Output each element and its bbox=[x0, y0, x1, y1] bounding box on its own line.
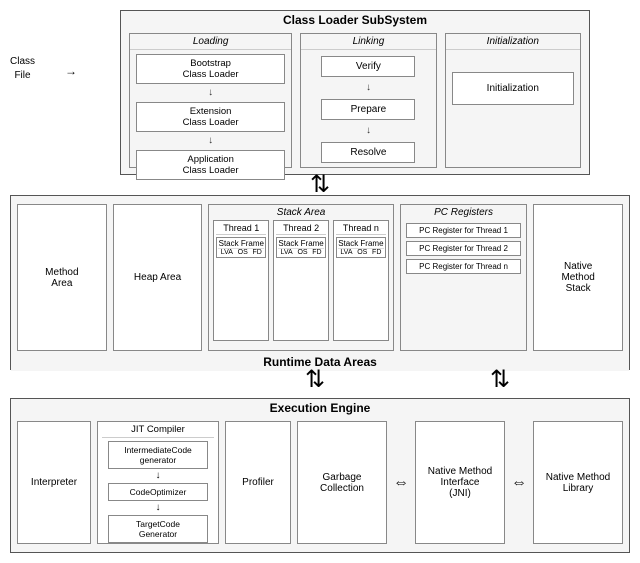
jit-arrow-2: ↓ bbox=[102, 504, 214, 512]
arrows-runtime-to-exec-right: ⇅ bbox=[490, 372, 510, 388]
thread-1-stack-frame: Stack Frame LVAOSFD bbox=[216, 237, 266, 258]
loader-arrow-2: ↓ bbox=[130, 136, 291, 146]
interpreter-box: Interpreter bbox=[17, 421, 91, 544]
arrows-runtime-to-exec-left: ⇅ bbox=[305, 372, 325, 388]
application-class-loader: ApplicationClass Loader bbox=[136, 150, 285, 180]
pc-reg-thread-2: PC Register for Thread 2 bbox=[406, 241, 522, 256]
bootstrap-class-loader: BootstrapClass Loader bbox=[136, 54, 285, 84]
native-method-library-box: Native MethodLibrary bbox=[533, 421, 623, 544]
arrows-cls-to-runtime: ⇅ bbox=[310, 177, 330, 193]
initialization-label: Initialization bbox=[446, 34, 580, 50]
method-area: MethodArea bbox=[17, 204, 107, 351]
jni-box: Native MethodInterface(JNI) bbox=[415, 421, 505, 544]
execution-engine-title: Execution Engine bbox=[11, 399, 629, 417]
prepare-arrow: ↓ bbox=[301, 126, 435, 136]
loader-arrow-1: ↓ bbox=[130, 88, 291, 98]
thread-2-title: Thread 2 bbox=[276, 223, 326, 235]
resolve-box: Resolve bbox=[321, 142, 415, 163]
profiler-box: Profiler bbox=[225, 421, 291, 544]
verify-arrow: ↓ bbox=[301, 83, 435, 93]
jit-compiler: JIT Compiler IntermediateCodegenerator ↓… bbox=[97, 421, 219, 544]
stack-area-title: Stack Area bbox=[213, 205, 388, 220]
thread-n-col: Thread n Stack Frame LVAOSFD bbox=[333, 220, 389, 341]
class-loader-system: Class Loader SubSystem Loading Bootstrap… bbox=[120, 10, 590, 175]
thread-2-col: Thread 2 Stack Frame LVAOSFD bbox=[273, 220, 329, 341]
pc-reg-thread-n: PC Register for Thread n bbox=[406, 259, 522, 274]
thread-n-title: Thread n bbox=[336, 223, 386, 235]
jit-target-code: TargetCodeGenerator bbox=[108, 515, 209, 543]
initialization-section: Initialization Initialization bbox=[445, 33, 581, 168]
runtime-data-areas: MethodArea Heap Area Stack Area Thread 1… bbox=[10, 195, 630, 370]
thread-1-col: Thread 1 Stack Frame LVAOSFD bbox=[213, 220, 269, 341]
class-loader-title: Class Loader SubSystem bbox=[121, 11, 589, 29]
jit-title: JIT Compiler bbox=[102, 422, 214, 438]
jit-arrow-1: ↓ bbox=[102, 472, 214, 480]
execution-engine: Execution Engine Interpreter JIT Compile… bbox=[10, 398, 630, 553]
jit-intermediate-code: IntermediateCodegenerator bbox=[108, 441, 209, 469]
thread-n-stack-frame: Stack Frame LVAOSFD bbox=[336, 237, 386, 258]
loading-label: Loading bbox=[130, 34, 291, 50]
extension-class-loader: ExtensionClass Loader bbox=[136, 102, 285, 132]
pc-registers-title: PC Registers bbox=[404, 205, 524, 220]
jni-nativelib-arrow: ⇔ bbox=[511, 474, 527, 492]
diagram-container: Class File → Class Loader SubSystem Load… bbox=[0, 0, 640, 563]
pc-registers: PC Registers PC Register for Thread 1 PC… bbox=[400, 204, 528, 351]
thread-1-title: Thread 1 bbox=[216, 223, 266, 235]
linking-label: Linking bbox=[301, 34, 435, 50]
stack-area: Stack Area Thread 1 Stack Frame LVAOSFD bbox=[208, 204, 393, 351]
initialization-box: Initialization bbox=[452, 72, 574, 105]
loading-section: Loading BootstrapClass Loader ↓ Extensio… bbox=[129, 33, 292, 168]
thread-2-stack-frame: Stack Frame LVAOSFD bbox=[276, 237, 326, 258]
garbage-collection-box: GarbageCollection bbox=[297, 421, 387, 544]
class-file-arrow: → bbox=[65, 64, 77, 78]
heap-area: Heap Area bbox=[113, 204, 203, 351]
native-method-stack: NativeMethodStack bbox=[533, 204, 623, 351]
linking-section: Linking Verify ↓ Prepare ↓ Resolve bbox=[300, 33, 436, 168]
prepare-box: Prepare bbox=[321, 99, 415, 120]
verify-box: Verify bbox=[321, 56, 415, 77]
gc-jni-arrow: ⇔ bbox=[393, 474, 409, 492]
class-file-label: Class File bbox=[10, 55, 35, 83]
pc-reg-thread-1: PC Register for Thread 1 bbox=[406, 223, 522, 238]
jit-code-optimizer: CodeOptimizer bbox=[108, 483, 209, 501]
